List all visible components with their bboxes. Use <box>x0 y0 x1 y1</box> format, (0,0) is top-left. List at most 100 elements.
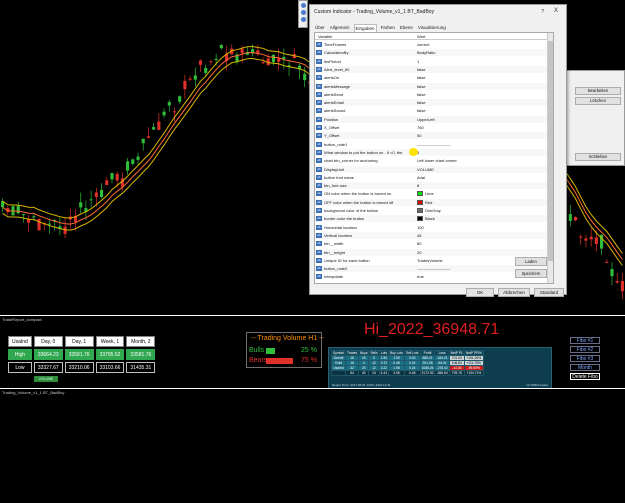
param-value[interactable]: 8 <box>417 183 419 188</box>
param-value[interactable]: 1 <box>417 59 419 64</box>
param-value[interactable]: 45 <box>417 233 421 238</box>
tab-general[interactable]: Allgemein <box>329 24 351 32</box>
param-value[interactable]: VOLUME <box>417 167 434 172</box>
param-row[interactable]: ab background color of the button DimGray <box>315 207 549 214</box>
param-value[interactable]: false <box>417 75 425 80</box>
param-row[interactable]: ab What window to put the button on . If … <box>315 147 549 156</box>
param-row[interactable]: ab Vertical location 45 <box>315 231 549 239</box>
param-value[interactable]: Lime <box>425 191 434 196</box>
param-row[interactable]: ab btn_font size 8 <box>315 182 549 190</box>
param-value[interactable]: true <box>417 274 424 279</box>
param-row[interactable]: ab button font name Arial <box>315 174 549 181</box>
param-type-icon: ab <box>316 91 322 97</box>
scrollbar-thumb[interactable] <box>548 41 553 261</box>
fibo-1-button[interactable]: Fibo #1 <box>570 337 600 344</box>
table-cell: UsaInd <box>8 336 32 347</box>
param-value[interactable]: DimGray <box>425 208 441 213</box>
help-icon[interactable]: ? <box>541 9 544 15</box>
default-button[interactable]: Standard <box>534 288 564 297</box>
param-row[interactable]: ab OFF color when the button is turned of… <box>315 198 549 206</box>
param-value[interactable]: current <box>417 42 429 47</box>
param-row[interactable]: ab TimeFrames current <box>315 41 549 48</box>
param-row[interactable]: ab alertsSend false <box>315 91 549 98</box>
param-row[interactable]: ab Horizontal location 100 <box>315 224 549 231</box>
param-row[interactable]: ab button_note1 ------------------------- <box>315 141 549 148</box>
param-row[interactable]: ab Position UpperLeft <box>315 115 549 123</box>
param-value[interactable]: Red <box>425 200 432 205</box>
param-value[interactable]: false <box>417 100 425 105</box>
param-name: border color the button <box>324 216 365 222</box>
param-row[interactable]: ab alertsOn false <box>315 74 549 81</box>
param-value[interactable]: 50 <box>417 133 421 138</box>
param-row[interactable]: ab Y_Offset 50 <box>315 132 549 140</box>
fibo-2-button[interactable]: Fibo #2 <box>570 346 600 353</box>
load-button[interactable]: Laden <box>515 257 547 266</box>
tab-levels[interactable]: Ebene <box>399 24 414 32</box>
month-button[interactable]: Month <box>570 364 600 371</box>
param-value[interactable]: TradesVolume <box>417 258 443 263</box>
candle-body <box>47 223 52 225</box>
tab-visualization[interactable]: Visualisierung <box>417 24 447 32</box>
param-row[interactable]: ab alertsEmail false <box>315 99 549 107</box>
param-row[interactable]: ab btn__width 80 <box>315 240 549 247</box>
param-row[interactable]: ab alertsMessage false <box>315 82 549 90</box>
tab-colors[interactable]: Farben <box>380 24 396 32</box>
grid-scrollbar[interactable] <box>547 33 553 283</box>
delete-fibo-button[interactable]: Delete Fibo <box>570 373 600 380</box>
color-swatch[interactable] <box>417 191 423 197</box>
param-value[interactable]: 100 <box>417 225 424 230</box>
param-row[interactable]: ab CalculationBy BodyRatio <box>315 49 549 57</box>
color-swatch[interactable] <box>417 208 423 213</box>
toolbar-dot-icon[interactable] <box>300 3 306 8</box>
param-value[interactable]: false <box>417 108 425 113</box>
param-value[interactable]: Arial <box>417 175 425 180</box>
param-value[interactable]: false <box>417 67 425 72</box>
param-row[interactable]: ab ON color when the button is turned on L… <box>315 190 549 197</box>
param-row[interactable]: ab Alert_level_60 false <box>315 65 549 73</box>
report-cell: +134.71% <box>463 370 484 376</box>
param-row[interactable]: ab Unique ID for each button TradesVolume <box>315 257 549 264</box>
color-swatch[interactable] <box>417 216 423 222</box>
param-row[interactable]: ab border color the button Black <box>315 215 549 223</box>
param-row[interactable]: ab X_Offset 760 <box>315 124 549 131</box>
param-value[interactable]: 20 <box>417 250 421 255</box>
color-swatch[interactable] <box>417 199 423 205</box>
param-value[interactable]: Black <box>425 216 435 221</box>
param-row[interactable]: ab chart btn_corner for anchoring Left low… <box>315 157 549 164</box>
candle-body <box>16 205 20 214</box>
tab-about[interactable]: Über <box>314 24 326 32</box>
param-value[interactable]: ------------------------- <box>417 266 450 271</box>
subwindow-divider[interactable] <box>0 388 625 389</box>
subwindow-divider[interactable] <box>0 315 625 316</box>
param-type-icon: ab <box>316 274 322 280</box>
tab-inputs[interactable]: Eingaben <box>353 24 377 32</box>
param-value[interactable]: false <box>417 92 425 97</box>
fibo-3-button[interactable]: Fibo #3 <box>570 355 600 362</box>
param-value[interactable]: 1 <box>417 150 419 155</box>
close-icon[interactable]: X <box>554 8 558 14</box>
param-row[interactable]: ab lbsPeriod 1 <box>315 58 549 65</box>
cancel-button[interactable]: Abbrechen <box>498 288 530 297</box>
param-value[interactable]: false <box>417 84 425 89</box>
param-row[interactable]: ab button_note2 ------------------------- <box>315 265 549 273</box>
param-value[interactable]: 80 <box>417 241 421 246</box>
ok-button[interactable]: OK <box>466 288 494 297</box>
param-value[interactable]: 760 <box>417 125 424 130</box>
report-footer-open: 14 OPEN trades <box>526 383 548 387</box>
param-row[interactable]: ab DisplayUnit VOLUME <box>315 165 549 173</box>
param-value[interactable]: Left lower chart corner <box>417 158 457 163</box>
save-button[interactable]: Speichern <box>515 269 547 278</box>
volume-button[interactable]: VOLUME <box>34 376 58 382</box>
param-row[interactable]: ab alertsSound false <box>315 107 549 114</box>
toolbar-dot-icon[interactable] <box>300 17 306 22</box>
edit-button[interactable]: Bearbeiten <box>575 87 621 95</box>
delete-button[interactable]: Löschen <box>575 97 621 105</box>
toolbar-dot-icon[interactable] <box>300 10 306 15</box>
close-button[interactable]: Schließen <box>575 153 621 161</box>
param-value[interactable]: BodyRatio <box>417 50 435 55</box>
param-value[interactable]: UpperLeft <box>417 117 435 122</box>
param-value[interactable]: ------------------------- <box>417 142 450 147</box>
report-cell: +111.75% <box>463 360 484 366</box>
param-row[interactable]: ab Interpolate true <box>315 273 549 280</box>
param-row[interactable]: ab btn__height 20 <box>315 248 549 256</box>
